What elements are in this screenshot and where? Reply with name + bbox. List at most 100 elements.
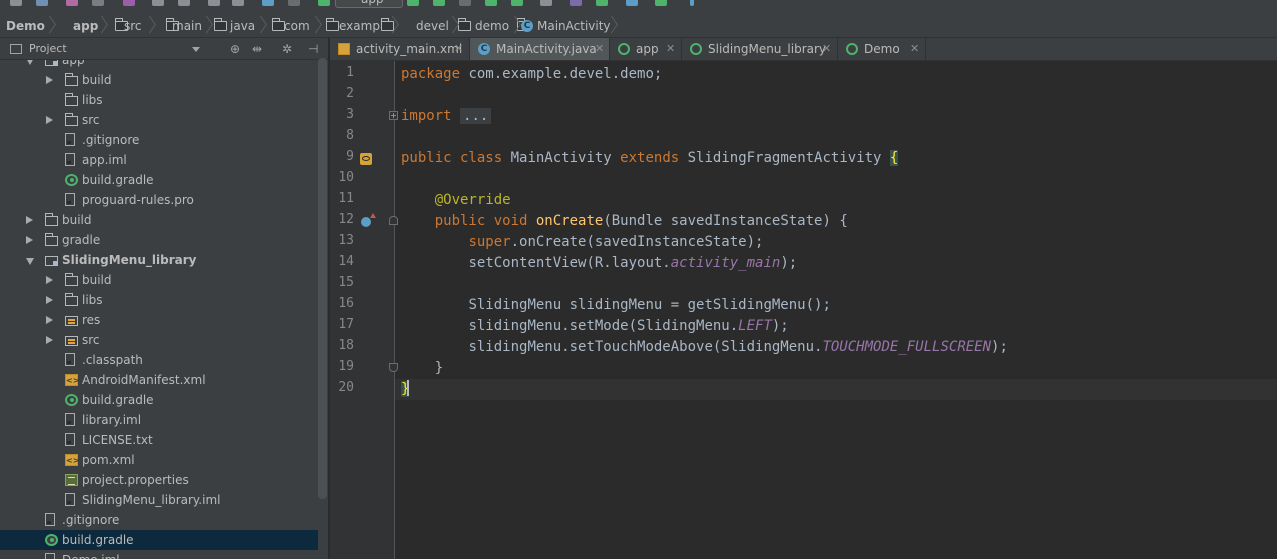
collapsed-arrow-icon[interactable] xyxy=(46,276,53,284)
line-number: 16 xyxy=(338,296,354,311)
fold-collapse-icon[interactable] xyxy=(389,363,398,372)
tree-item[interactable]: build.gradle xyxy=(0,390,318,410)
collapsed-arrow-icon[interactable] xyxy=(46,76,53,84)
help-icon[interactable] xyxy=(690,0,694,6)
code-editor[interactable]: 1 2 3 8 9 10 11 12 13 14 15 16 17 18 19 20 package com.… xyxy=(330,61,1277,559)
tree-item[interactable]: libs xyxy=(0,90,318,110)
collapsed-arrow-icon[interactable] xyxy=(46,316,53,324)
save-icon[interactable] xyxy=(10,0,22,6)
crumb-example[interactable]: example xyxy=(322,14,394,38)
tree-item[interactable]: pom.xml xyxy=(0,450,318,471)
editor-gutter[interactable]: 1 2 3 8 9 10 11 12 13 14 15 16 17 18 19 20 xyxy=(330,61,394,559)
crumb-devel[interactable]: devel xyxy=(399,14,471,38)
replace-icon[interactable] xyxy=(232,0,244,6)
expanded-arrow-icon[interactable] xyxy=(26,60,34,65)
stop-icon[interactable] xyxy=(485,0,497,6)
sdk-icon[interactable] xyxy=(540,0,552,6)
tree-item[interactable]: .gitignore xyxy=(0,130,318,150)
copy-icon[interactable] xyxy=(152,0,164,6)
scroll-from-source-icon[interactable]: ⊕ xyxy=(230,43,240,55)
run-config-select[interactable]: app xyxy=(335,0,403,8)
line-number: 19 xyxy=(338,359,354,374)
collapsed-arrow-icon[interactable] xyxy=(46,296,53,304)
tree-item[interactable]: gradle xyxy=(0,230,318,250)
hide-panel-icon[interactable]: ⊣ xyxy=(308,43,318,55)
fold-expand-icon[interactable] xyxy=(389,111,398,120)
collapsed-arrow-icon[interactable] xyxy=(46,336,53,344)
tree-item[interactable]: build.gradle xyxy=(0,170,318,190)
tree-item[interactable]: build xyxy=(0,270,318,290)
run-icon[interactable] xyxy=(407,0,419,6)
debug-icon[interactable] xyxy=(433,0,445,6)
tree-item[interactable]: res xyxy=(0,310,318,330)
method-name: onCreate xyxy=(535,213,604,229)
tree-scrollbar[interactable] xyxy=(318,58,327,499)
project-view-selector-label[interactable]: Project xyxy=(29,42,67,55)
crumb-src[interactable]: src xyxy=(107,14,179,38)
close-icon[interactable]: ✕ xyxy=(666,38,675,60)
collapsed-arrow-icon[interactable] xyxy=(46,116,53,124)
collapsed-arrow-icon[interactable] xyxy=(26,216,33,224)
tree-item[interactable]: Demo.iml xyxy=(0,550,318,559)
close-icon[interactable]: ✕ xyxy=(454,38,463,60)
folder-icon xyxy=(64,73,78,86)
close-icon[interactable]: ✕ xyxy=(910,38,919,60)
tab-demo[interactable]: Demo ✕ xyxy=(838,38,926,60)
tree-item[interactable]: build xyxy=(0,70,318,90)
tree-item[interactable]: app.iml xyxy=(0,150,318,170)
tree-item[interactable]: AndroidManifest.xml xyxy=(0,370,318,391)
back-icon[interactable] xyxy=(262,0,274,6)
monitor-icon[interactable] xyxy=(655,0,667,6)
gradle-sync-icon[interactable] xyxy=(596,0,608,6)
fold-collapse-icon[interactable] xyxy=(389,216,398,225)
tree-item[interactable]: SlidingMenu_library.iml xyxy=(0,490,318,510)
tree-item[interactable]: build.gradle xyxy=(0,530,318,550)
crumb-main[interactable]: main xyxy=(155,14,227,38)
tab-app[interactable]: app ✕ xyxy=(610,38,682,60)
undo-icon[interactable] xyxy=(66,0,78,6)
tree-item[interactable]: proguard-rules.pro xyxy=(0,190,318,210)
crumb-java[interactable]: java xyxy=(213,14,285,38)
paste-icon[interactable] xyxy=(178,0,190,6)
implement-marker-icon[interactable] xyxy=(360,153,372,165)
collapsed-arrow-icon[interactable] xyxy=(26,236,33,244)
tab-activity-main-xml[interactable]: activity_main.xml ✕ xyxy=(330,38,470,60)
find-icon[interactable] xyxy=(208,0,220,6)
chevron-down-icon[interactable] xyxy=(192,47,200,52)
tree-item[interactable]: SlidingMenu_library xyxy=(0,250,318,270)
attach-icon[interactable] xyxy=(459,0,471,6)
cut-icon[interactable] xyxy=(123,0,135,6)
gear-icon[interactable]: ✲ xyxy=(282,43,292,55)
tree-item[interactable]: src xyxy=(0,110,318,130)
redo-icon[interactable] xyxy=(92,0,104,6)
sync-icon[interactable] xyxy=(36,0,48,6)
tree-item[interactable]: src xyxy=(0,330,318,350)
tree-item[interactable]: .gitignore xyxy=(0,510,318,530)
tab-mainactivity-java[interactable]: C MainActivity.java ✕ xyxy=(470,38,610,60)
crumb-com[interactable]: com xyxy=(267,14,339,38)
override-marker-icon[interactable] xyxy=(361,213,376,227)
make-icon[interactable] xyxy=(318,0,330,6)
tree-item[interactable]: library.iml xyxy=(0,410,318,430)
collapse-all-icon[interactable]: ⇹ xyxy=(252,43,262,55)
folded-imports[interactable]: ... xyxy=(460,108,492,124)
crumb-demo-package[interactable]: demo xyxy=(458,14,530,38)
android-icon[interactable] xyxy=(570,0,582,6)
close-icon[interactable]: ✕ xyxy=(595,38,604,60)
tree-item[interactable]: app xyxy=(0,60,318,70)
code-content[interactable]: package com.example.devel.demo; import .… xyxy=(401,61,1008,397)
tab-slidingmenu-library[interactable]: SlidingMenu_library ✕ xyxy=(682,38,838,60)
tree-item[interactable]: LICENSE.txt xyxy=(0,430,318,450)
expanded-arrow-icon[interactable] xyxy=(26,258,34,265)
close-icon[interactable]: ✕ xyxy=(822,38,831,60)
tree-item[interactable]: project.properties xyxy=(0,470,318,490)
crumb-demo[interactable]: Demo xyxy=(6,14,45,38)
tree-item[interactable]: libs xyxy=(0,290,318,310)
avd-icon[interactable] xyxy=(511,0,523,6)
tree-item[interactable]: .classpath xyxy=(0,350,318,370)
crumb-app[interactable]: app xyxy=(56,14,128,38)
forward-icon[interactable] xyxy=(288,0,300,6)
crumb-mainactivity[interactable]: C MainActivity xyxy=(521,14,611,38)
tree-item[interactable]: build xyxy=(0,210,318,230)
structure-icon[interactable] xyxy=(626,0,638,6)
